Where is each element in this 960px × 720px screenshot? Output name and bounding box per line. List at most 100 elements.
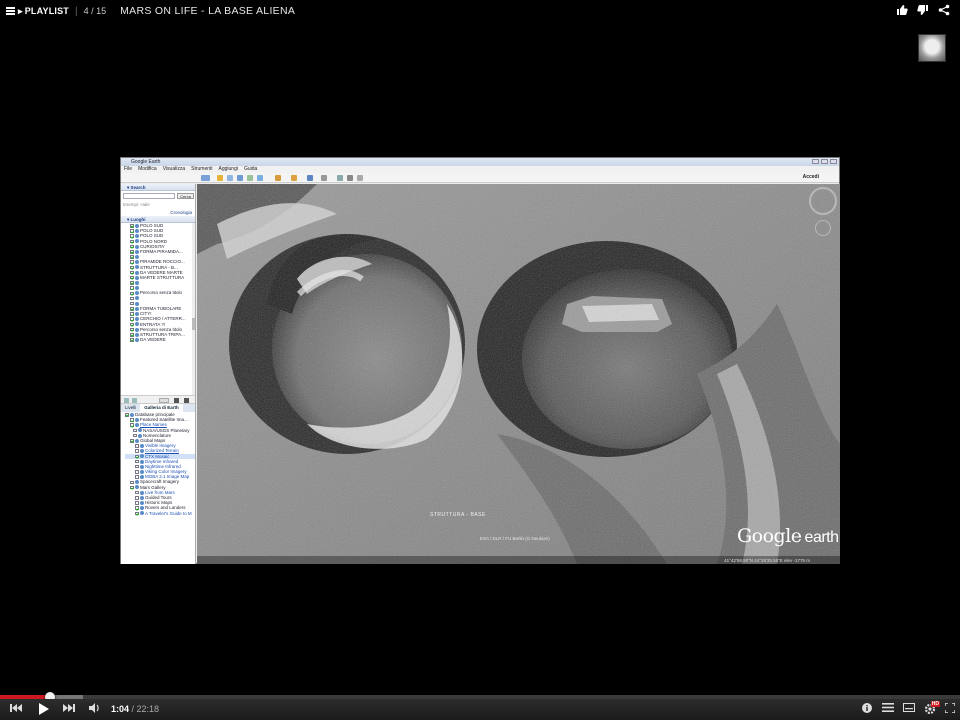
close-icon[interactable]	[830, 159, 837, 164]
thumbs-down-icon[interactable]	[917, 4, 929, 16]
list-view-icon[interactable]	[132, 398, 137, 403]
checkbox[interactable]	[130, 322, 134, 327]
checkbox[interactable]	[130, 338, 134, 342]
checkbox[interactable]	[130, 265, 134, 270]
checkbox[interactable]	[130, 296, 134, 301]
checkbox[interactable]	[130, 307, 134, 311]
places-field[interactable]	[159, 398, 169, 403]
checkbox[interactable]	[130, 333, 134, 337]
checkbox[interactable]	[135, 506, 139, 510]
checkbox[interactable]	[130, 423, 134, 427]
next-icon[interactable]	[62, 703, 76, 716]
print-icon[interactable]	[347, 175, 353, 181]
sign-in-button[interactable]: Accedi	[803, 174, 819, 180]
places-panel-header[interactable]: ▾ Luoghi	[121, 216, 195, 223]
ge-menu-item[interactable]: Aggiungi	[219, 166, 238, 173]
minimize-icon[interactable]	[812, 159, 819, 164]
email-icon[interactable]	[337, 175, 343, 181]
sun-icon[interactable]	[291, 175, 297, 181]
save-image-icon[interactable]	[357, 175, 363, 181]
checkbox[interactable]	[135, 501, 139, 505]
navigation-compass[interactable]	[809, 187, 837, 215]
previous-icon[interactable]	[9, 703, 23, 716]
search-button[interactable]: Cerca	[177, 193, 194, 199]
subtitles-icon[interactable]	[902, 703, 916, 716]
layers-list-item[interactable]: A Traveler's Guide to M	[125, 511, 195, 516]
layers-tab[interactable]: Galleria di Earth	[140, 404, 183, 412]
layers-tab[interactable]: Livelli	[121, 404, 140, 412]
ruler-icon[interactable]	[321, 175, 327, 181]
checkbox[interactable]	[133, 433, 137, 438]
fullscreen-icon[interactable]	[943, 702, 957, 716]
checkbox[interactable]	[130, 244, 134, 249]
history-icon[interactable]	[275, 175, 281, 181]
overlay-icon[interactable]	[247, 175, 253, 181]
checkbox[interactable]	[130, 275, 134, 280]
checkbox[interactable]	[135, 475, 139, 479]
maximize-icon[interactable]	[821, 159, 828, 164]
search-input[interactable]	[123, 193, 175, 199]
ge-toolbar: Accedi	[121, 173, 839, 183]
play-icon[interactable]	[36, 703, 50, 716]
checkbox[interactable]	[130, 255, 134, 259]
checkbox[interactable]	[130, 250, 134, 254]
ge-menu-item[interactable]: Guida	[244, 166, 257, 173]
placemark-label[interactable]: STRUTTURA - BASE	[430, 512, 486, 518]
checkbox[interactable]	[135, 490, 139, 495]
checkbox[interactable]	[130, 317, 134, 321]
volume-icon[interactable]	[88, 703, 102, 716]
polygon-icon[interactable]	[227, 175, 233, 181]
checkbox[interactable]	[130, 301, 134, 306]
checkbox[interactable]	[135, 464, 139, 469]
mars-surface-view[interactable]: STRUTTURA - BASE ESA / DLR / FU Berlin (…	[197, 184, 840, 564]
checkbox[interactable]	[135, 459, 139, 464]
ge-menu-item[interactable]: File	[124, 166, 132, 173]
checkbox[interactable]	[135, 470, 139, 474]
checkbox[interactable]	[130, 229, 134, 233]
placemark-icon[interactable]	[217, 175, 223, 181]
tour-icon[interactable]	[257, 175, 263, 181]
video-title[interactable]: MARS ON LIFE - LA BASE ALIENA	[120, 5, 295, 17]
checkbox[interactable]	[130, 224, 134, 228]
search-panel-header[interactable]: ▾ Search	[121, 184, 195, 191]
checkbox[interactable]	[135, 496, 139, 500]
checkbox[interactable]	[130, 480, 134, 484]
path-icon[interactable]	[237, 175, 243, 181]
checkbox[interactable]	[130, 270, 134, 275]
planet-icon[interactable]	[307, 175, 313, 181]
checkbox[interactable]	[135, 444, 139, 448]
checkbox[interactable]	[130, 312, 134, 316]
ge-menu-item[interactable]: Modifica	[138, 166, 157, 173]
playlist-queue-icon[interactable]	[881, 703, 895, 716]
down-arrow-icon[interactable]	[184, 398, 189, 403]
checkbox[interactable]	[130, 260, 134, 264]
up-arrow-icon[interactable]	[174, 398, 179, 403]
thumbs-up-icon[interactable]	[896, 4, 908, 16]
history-link[interactable]: Cronologia	[121, 209, 195, 216]
ge-menu-item[interactable]: Visualizza	[163, 166, 185, 173]
checkbox[interactable]	[130, 286, 134, 290]
info-icon[interactable]	[861, 703, 873, 716]
checkbox[interactable]	[130, 485, 134, 490]
video-player[interactable]: ▸ PLAYLIST | 4 / 15 MARS ON LIFE - LA BA…	[0, 0, 960, 720]
share-icon[interactable]	[938, 4, 950, 16]
navigation-look[interactable]	[815, 220, 831, 236]
checkbox[interactable]	[130, 234, 134, 238]
playlist-button[interactable]: ▸ PLAYLIST	[6, 6, 69, 17]
checkbox[interactable]	[130, 439, 134, 443]
search-places-icon[interactable]	[124, 398, 129, 403]
ge-menu-item[interactable]: Strumenti	[191, 166, 212, 173]
channel-avatar[interactable]	[918, 34, 946, 62]
places-list-item[interactable]: DA VEDERE	[130, 337, 195, 342]
checkbox[interactable]	[130, 281, 134, 285]
sidebar-toggle-icon[interactable]	[201, 175, 210, 181]
checkbox[interactable]	[135, 449, 139, 453]
checkbox[interactable]	[130, 418, 134, 422]
checkbox[interactable]	[135, 511, 139, 516]
checkbox[interactable]	[130, 239, 134, 244]
checkbox[interactable]	[135, 454, 139, 459]
checkbox[interactable]	[133, 428, 137, 433]
checkbox[interactable]	[125, 413, 129, 417]
checkbox[interactable]	[130, 327, 134, 332]
checkbox[interactable]	[130, 291, 134, 295]
